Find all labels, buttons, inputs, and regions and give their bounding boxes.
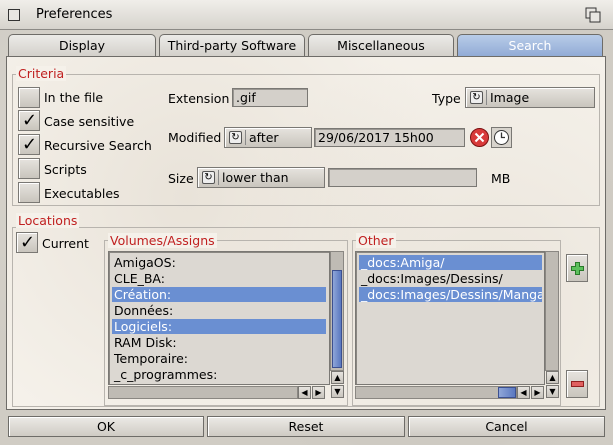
ok-button[interactable]: OK: [8, 416, 204, 437]
size-cycle[interactable]: ↻ lower than: [197, 167, 325, 188]
current-label: Current: [42, 236, 89, 251]
checkmark-icon: ✓: [20, 232, 36, 253]
reset-button[interactable]: Reset: [207, 416, 405, 437]
tab-search[interactable]: Search: [457, 34, 603, 58]
recursive-search-checkbox[interactable]: ✓: [18, 134, 40, 155]
list-item[interactable]: _docs:Images/Dessins/Manga/: [359, 287, 542, 302]
recursive-search-label: Recursive Search: [44, 138, 152, 153]
modified-label: Modified: [168, 130, 222, 145]
size-mode: lower than: [222, 170, 289, 185]
minus-red-icon: [571, 381, 584, 387]
arrow-down-icon[interactable]: ▼: [331, 385, 344, 398]
list-item[interactable]: _docs:Amiga/: [359, 255, 542, 270]
arrow-down-icon[interactable]: ▼: [546, 385, 559, 398]
plus-green-icon: [571, 262, 584, 275]
criteria-label: Criteria: [16, 66, 67, 81]
clock-icon[interactable]: [491, 127, 512, 148]
type-label: Type: [432, 91, 461, 106]
volumes-hscroll[interactable]: [108, 386, 298, 399]
other-label: Other: [356, 233, 396, 248]
remove-location-button[interactable]: [566, 370, 588, 398]
close-icon[interactable]: [8, 9, 20, 21]
modified-cycle[interactable]: ↻ after: [224, 127, 312, 148]
tab-third-party-software[interactable]: Third-party Software: [159, 34, 305, 57]
other-vscroll[interactable]: [545, 251, 559, 371]
cycle-icon: ↻: [470, 91, 483, 104]
scroll-knob[interactable]: [498, 387, 516, 398]
volumes-vscroll[interactable]: [330, 251, 344, 371]
arrow-left-icon[interactable]: ◀: [298, 386, 311, 399]
locations-label: Locations: [16, 213, 80, 228]
extension-field[interactable]: .gif: [232, 88, 308, 107]
tab-miscellaneous[interactable]: Miscellaneous: [308, 34, 454, 57]
other-hscroll[interactable]: [355, 386, 517, 399]
checkmark-icon: ✓: [22, 110, 38, 131]
modified-mode: after: [249, 130, 279, 145]
size-label: Size: [168, 171, 194, 186]
executables-checkbox[interactable]: [18, 182, 40, 203]
in-the-file-checkbox[interactable]: [18, 87, 40, 108]
modified-date-field[interactable]: 29/06/2017 15h00: [314, 128, 465, 147]
list-item[interactable]: AmigaOS:: [112, 255, 326, 270]
depth-icon[interactable]: [585, 7, 601, 23]
scripts-label: Scripts: [44, 162, 87, 177]
scripts-checkbox[interactable]: [18, 158, 40, 179]
tab-display[interactable]: Display: [8, 34, 156, 57]
list-item[interactable]: RAM Disk:: [112, 335, 326, 350]
title-bar[interactable]: Preferences: [0, 0, 613, 30]
other-list[interactable]: _docs:Amiga/ _docs:Images/Dessins/ _docs…: [355, 251, 545, 385]
type-value: Image: [490, 90, 530, 105]
close-red-icon[interactable]: [469, 127, 490, 148]
cycle-icon: ↻: [202, 171, 215, 184]
size-field[interactable]: [328, 168, 477, 187]
checkmark-icon: ✓: [22, 134, 38, 155]
arrow-right-icon[interactable]: ▶: [531, 386, 544, 399]
case-sensitive-checkbox[interactable]: ✓: [18, 110, 40, 131]
case-sensitive-label: Case sensitive: [44, 114, 135, 129]
volumes-label: Volumes/Assigns: [108, 233, 217, 248]
in-the-file-label: In the file: [44, 90, 104, 105]
arrow-up-icon[interactable]: ▲: [331, 371, 344, 384]
extension-label: Extension: [168, 91, 230, 106]
volumes-list[interactable]: AmigaOS: CLE_BA: Création: Données: Logi…: [108, 251, 330, 385]
type-cycle[interactable]: ↻ Image: [465, 87, 595, 108]
window-title: Preferences: [36, 7, 113, 22]
list-item[interactable]: Données:: [112, 303, 326, 318]
cancel-button[interactable]: Cancel: [408, 416, 605, 437]
current-checkbox[interactable]: ✓: [16, 232, 38, 253]
list-item[interactable]: CLE_BA:: [112, 271, 326, 286]
list-item[interactable]: Logiciels:: [112, 319, 326, 334]
list-item[interactable]: _c_programmes:: [112, 367, 326, 382]
arrow-right-icon[interactable]: ▶: [312, 386, 325, 399]
arrow-up-icon[interactable]: ▲: [546, 371, 559, 384]
arrow-left-icon[interactable]: ◀: [517, 386, 530, 399]
size-unit-label: MB: [491, 171, 511, 186]
executables-label: Executables: [44, 186, 120, 201]
add-location-button[interactable]: [566, 254, 588, 282]
list-item[interactable]: Temporaire:: [112, 351, 326, 366]
scroll-knob[interactable]: [332, 270, 342, 368]
cycle-icon: ↻: [229, 131, 242, 144]
list-item[interactable]: _docs:Images/Dessins/: [359, 271, 542, 286]
list-item[interactable]: Création:: [112, 287, 326, 302]
